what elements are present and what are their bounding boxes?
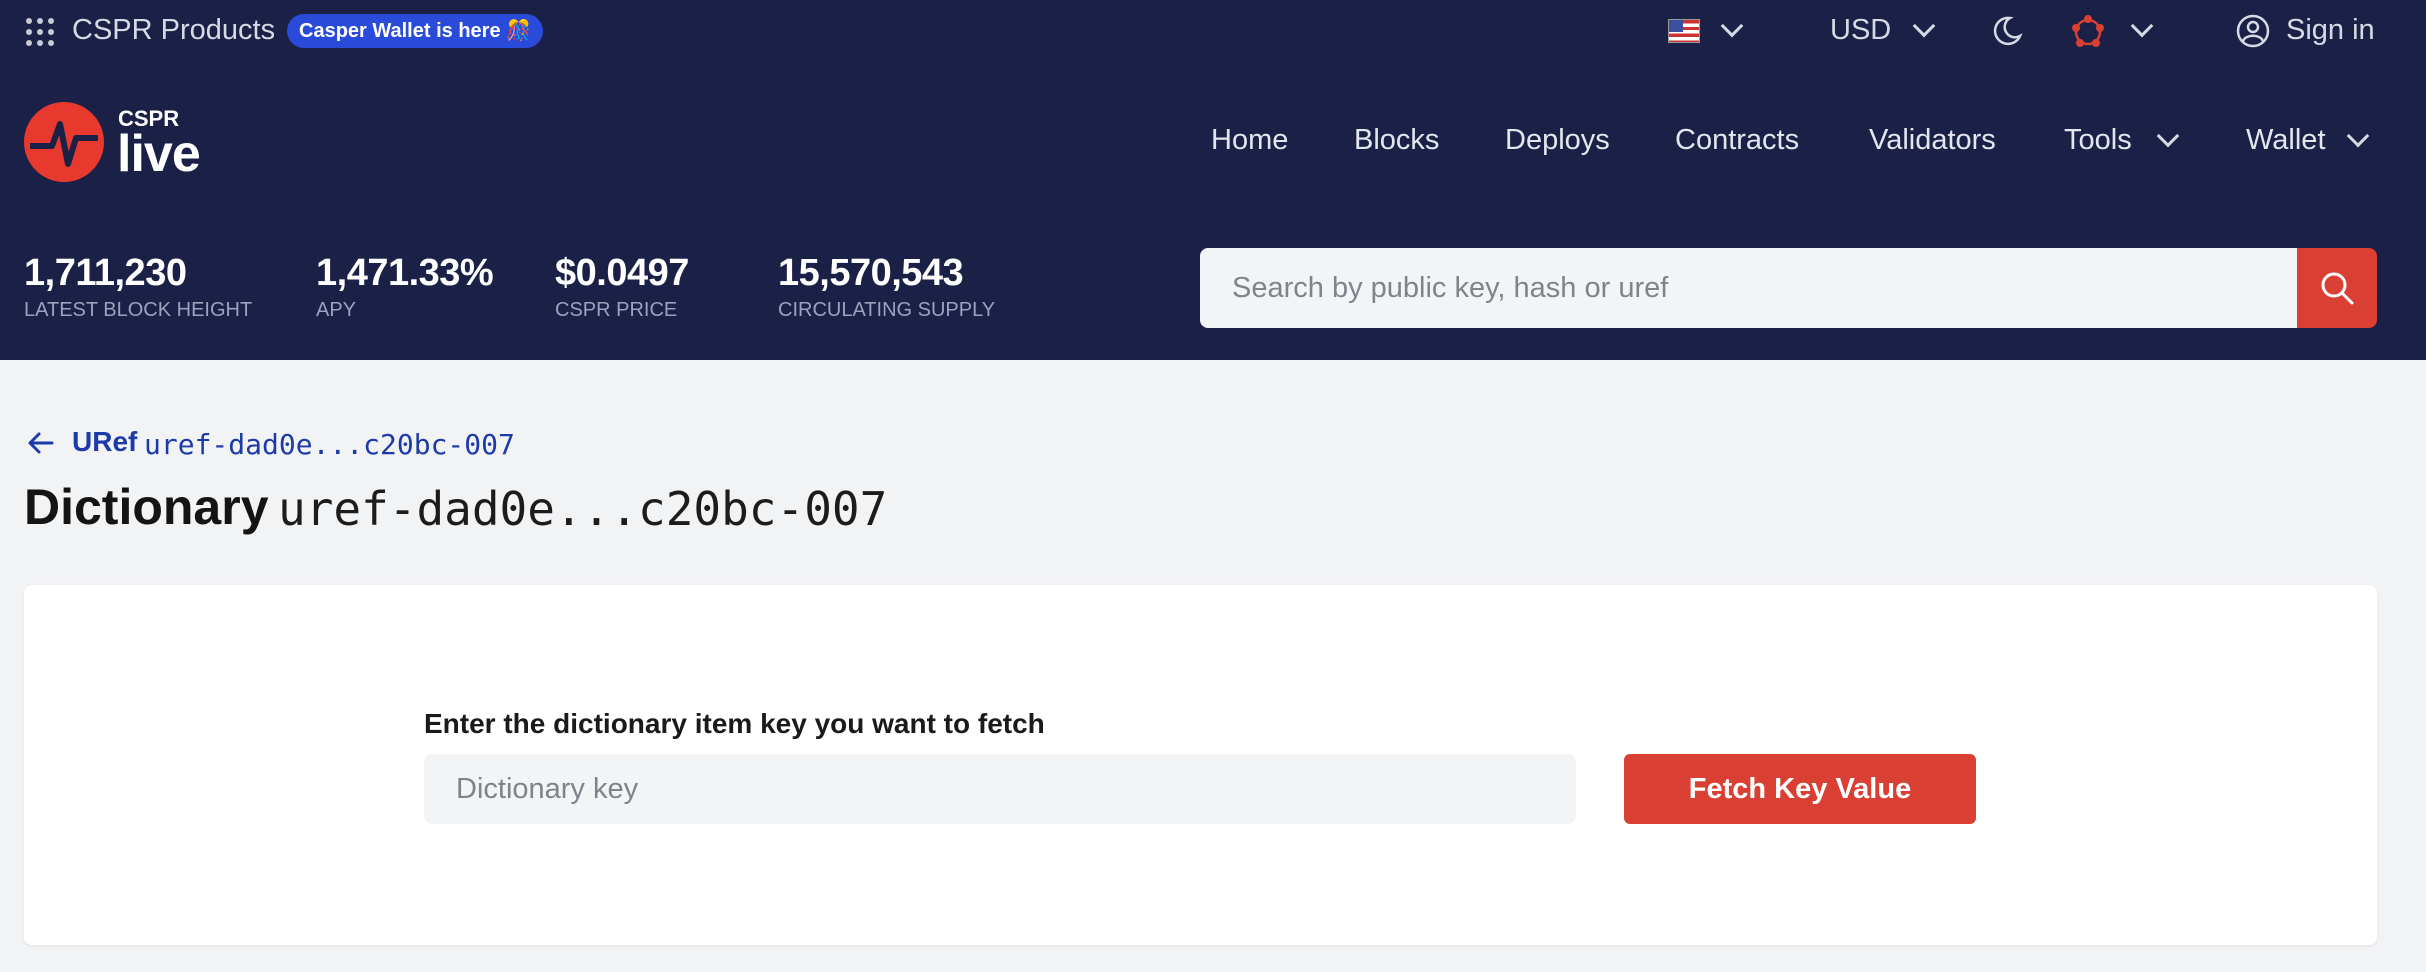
user-icon[interactable] [2236, 14, 2270, 48]
sign-in-link[interactable]: Sign in [2286, 14, 2375, 47]
apps-grid-icon[interactable] [26, 18, 54, 46]
stat-cspr-price: $0.0497 CSPR PRICE [555, 252, 689, 322]
page-title-uref: uref-dad0e...c20bc-007 [278, 482, 888, 536]
stat-label: CIRCULATING SUPPLY [778, 299, 996, 321]
wallet-chevron-down-icon[interactable] [2346, 124, 2370, 148]
stat-apy: 1,471.33% APY [316, 252, 494, 322]
breadcrumb-uref-label[interactable]: URef [72, 426, 137, 458]
page-title: Dictionary [24, 479, 269, 535]
stat-label: APY [316, 299, 357, 321]
search-button[interactable] [2297, 248, 2377, 328]
back-arrow-icon[interactable] [26, 428, 56, 458]
nav-validators[interactable]: Validators [1869, 124, 1996, 157]
nav-contracts[interactable]: Contracts [1675, 124, 1799, 157]
stat-value: 1,711,230 [24, 252, 187, 294]
search-icon [2321, 272, 2354, 305]
casper-wallet-promo-badge[interactable]: Casper Wallet is here 🎊 [287, 14, 544, 48]
top-bar: CSPR Products Casper Wallet is here 🎊 US… [0, 0, 2426, 62]
site-header: CSPR Products Casper Wallet is here 🎊 US… [0, 0, 2426, 360]
stat-value: 1,471.33% [316, 252, 494, 294]
nav-deploys[interactable]: Deploys [1505, 124, 1610, 157]
dictionary-key-label: Enter the dictionary item key you want t… [424, 708, 1045, 739]
currency-selector[interactable]: USD [1830, 14, 1891, 47]
currency-chevron-down-icon[interactable] [1912, 14, 1936, 38]
network-icon[interactable] [2068, 12, 2108, 52]
cspr-products-link[interactable]: CSPR Products [72, 14, 275, 47]
nav-blocks[interactable]: Blocks [1354, 124, 1439, 157]
fetch-key-value-button[interactable]: Fetch Key Value [1624, 754, 1976, 824]
stat-label: LATEST BLOCK HEIGHT [24, 299, 253, 321]
language-chevron-down-icon[interactable] [1720, 14, 1744, 38]
nav-home[interactable]: Home [1211, 124, 1288, 157]
search-box [1200, 248, 2298, 328]
network-chevron-down-icon[interactable] [2130, 14, 2154, 38]
stat-value: $0.0497 [555, 252, 689, 294]
nav-wallet[interactable]: Wallet [2246, 124, 2326, 157]
stat-block-height: 1,711,230 LATEST BLOCK HEIGHT [24, 252, 252, 322]
tools-chevron-down-icon[interactable] [2156, 124, 2180, 148]
cspr-live-logo-icon[interactable] [24, 102, 104, 182]
breadcrumb-uref-value[interactable]: uref-dad0e...c20bc-007 [144, 428, 515, 461]
us-flag-icon[interactable] [1668, 19, 1700, 43]
dictionary-key-input[interactable] [424, 754, 1576, 824]
nav-tools[interactable]: Tools [2064, 124, 2132, 157]
stat-label: CSPR PRICE [555, 299, 678, 321]
moon-icon[interactable] [1990, 14, 2024, 48]
logo-text-large[interactable]: live [117, 124, 201, 184]
stat-value: 15,570,543 [778, 252, 964, 294]
stat-circulating-supply: 15,570,543 CIRCULATING SUPPLY [778, 252, 995, 322]
search-input[interactable] [1200, 248, 2298, 328]
